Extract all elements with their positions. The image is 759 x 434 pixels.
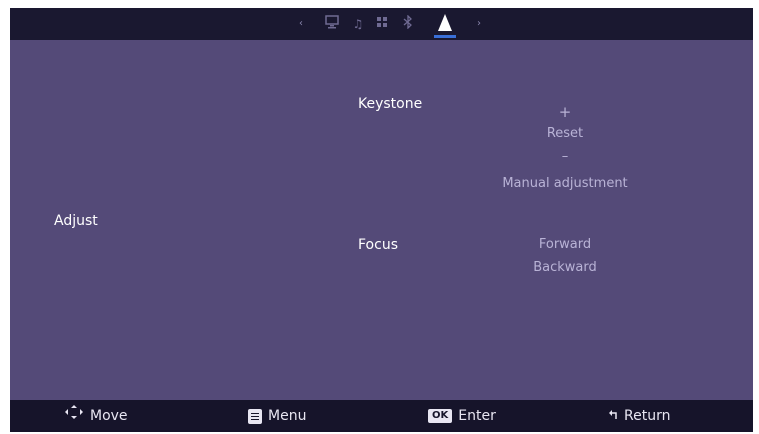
top-icon-bar: ‹ ♫ › [10, 8, 753, 40]
enter-hint: OK Enter [428, 400, 496, 432]
keystone-reset-button[interactable]: Reset [530, 126, 600, 141]
keystone-manual-adjustment-button[interactable]: Manual adjustment [475, 176, 655, 191]
return-hint: Return [608, 400, 670, 432]
adjust-section-label: Adjust [54, 213, 98, 229]
focus-forward-button[interactable]: Forward [520, 237, 610, 252]
keystone-minus-button[interactable]: – [530, 149, 600, 164]
move-label: Move [90, 408, 128, 424]
menu-label: Menu [268, 408, 307, 424]
projector-settings-icon[interactable] [434, 11, 456, 38]
apps-icon[interactable] [374, 15, 390, 33]
menu-icon [248, 408, 262, 424]
keystone-label[interactable]: Keystone [358, 96, 422, 112]
enter-label: Enter [458, 408, 496, 424]
active-tab-indicator [434, 35, 456, 38]
move-hint: Move [64, 400, 128, 432]
focus-backward-button[interactable]: Backward [515, 260, 615, 275]
projector-screen: ‹ ♫ › Adjust Keystone + Reset – Manual a… [10, 8, 753, 432]
return-label: Return [624, 408, 671, 424]
return-icon [608, 400, 618, 432]
focus-label[interactable]: Focus [358, 237, 398, 253]
menu-hint: Menu [248, 400, 306, 432]
dpad-icon [64, 400, 84, 432]
ok-icon: OK [428, 409, 453, 423]
keystone-plus-button[interactable]: + [530, 103, 600, 121]
monitor-icon[interactable] [324, 15, 340, 33]
right-arrow-icon[interactable]: › [474, 15, 484, 33]
bluetooth-icon[interactable] [400, 14, 416, 33]
music-icon[interactable]: ♫ [350, 15, 366, 33]
left-arrow-icon[interactable]: ‹ [296, 15, 306, 33]
bottom-hint-bar: Move Menu OK Enter Return [10, 400, 753, 432]
